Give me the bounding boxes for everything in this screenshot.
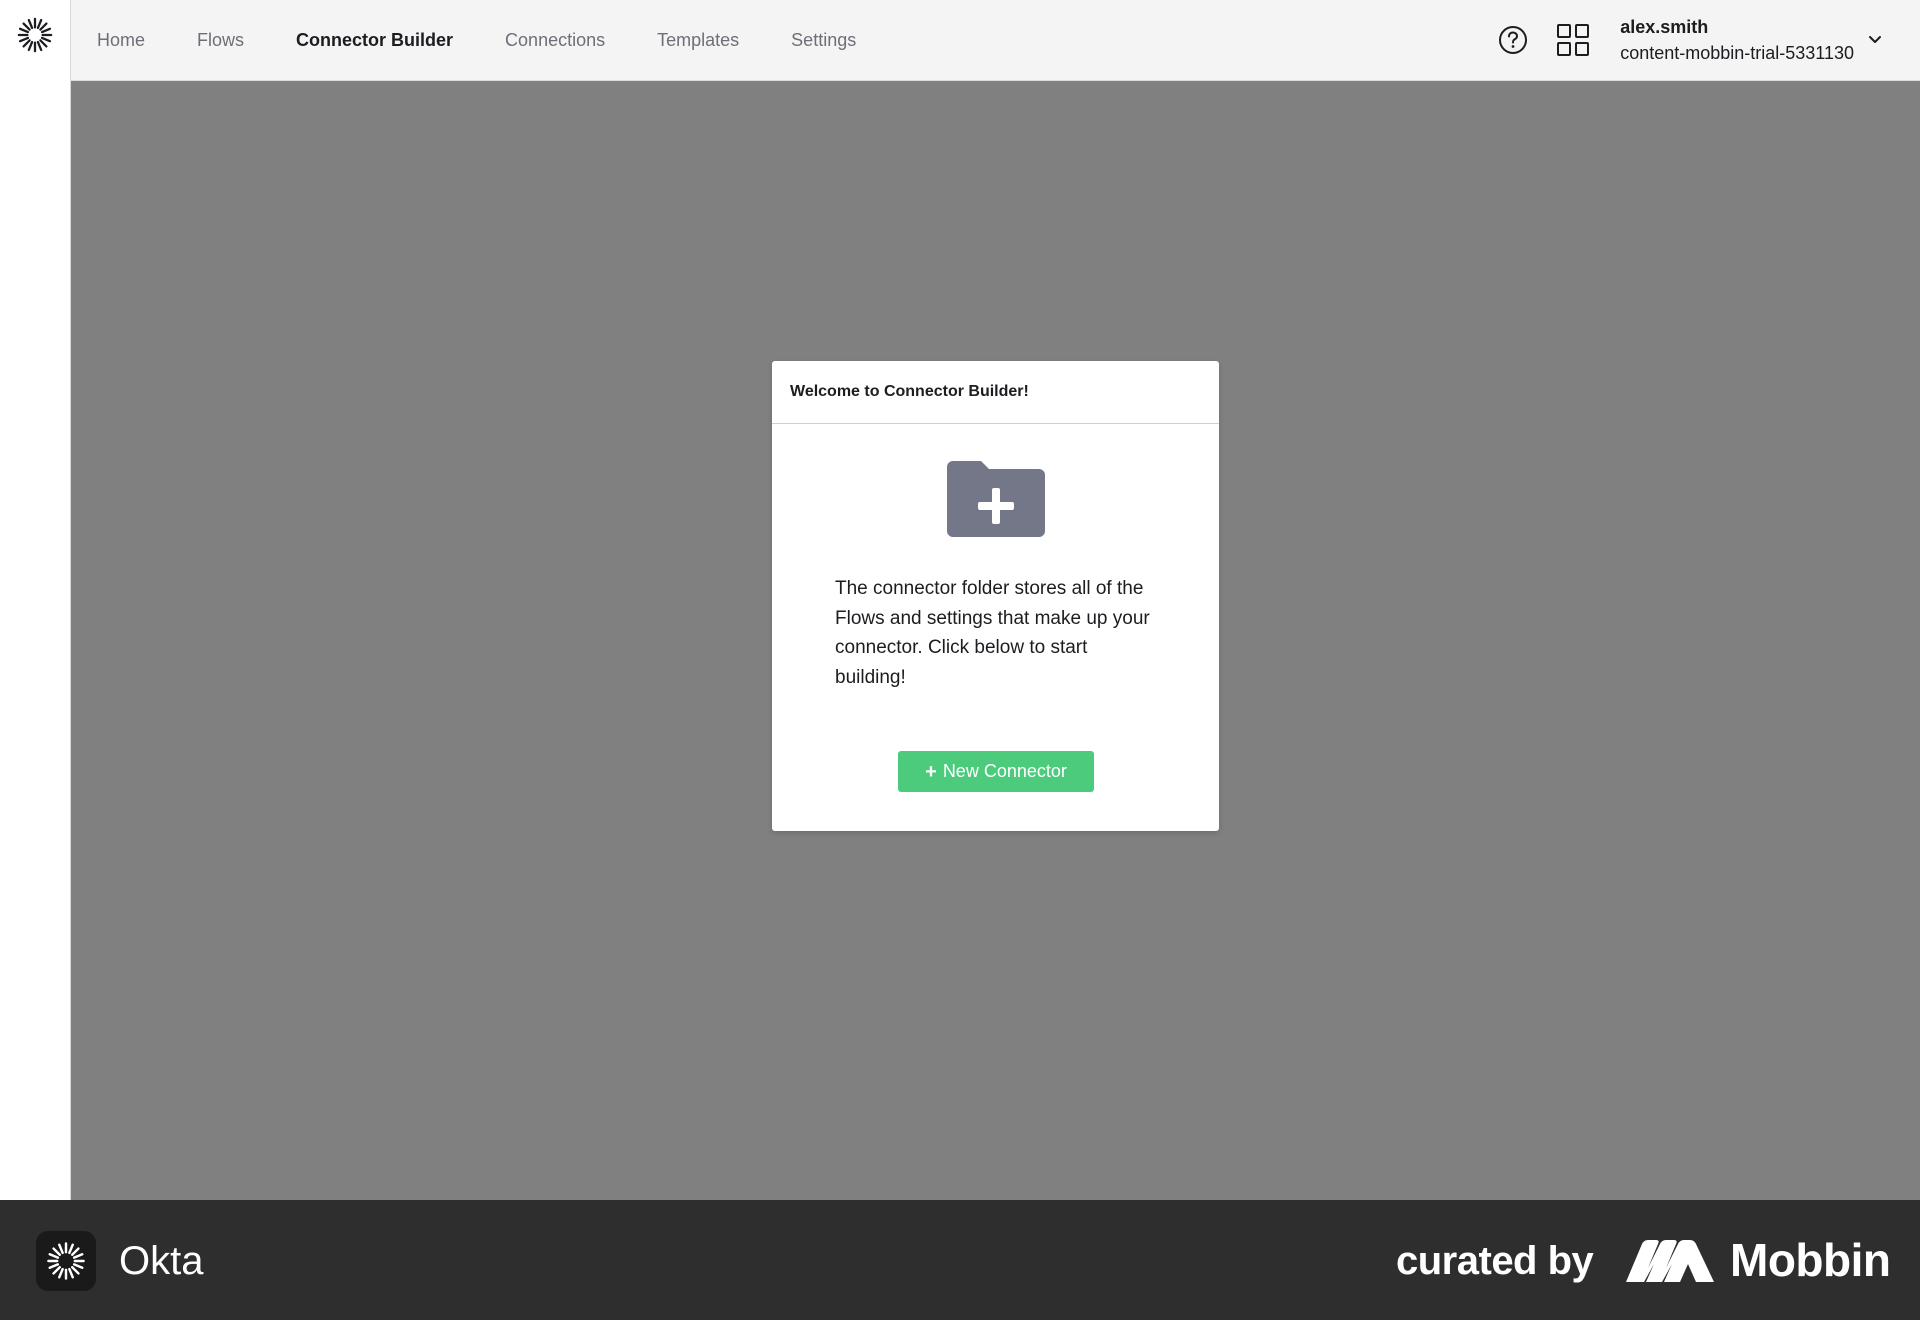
left-rail — [0, 0, 71, 1200]
okta-brand-icon — [36, 1231, 96, 1291]
mobbin-logo-icon — [1626, 1240, 1714, 1282]
top-nav-bar: Home Flows Connector Builder Connections… — [71, 0, 1920, 81]
nav-item-flows[interactable]: Flows — [197, 31, 244, 49]
chevron-down-icon[interactable] — [1868, 35, 1882, 45]
app-switcher-grid-icon[interactable] — [1556, 23, 1590, 57]
nav-item-settings[interactable]: Settings — [791, 31, 856, 49]
modal-header: Welcome to Connector Builder! — [772, 361, 1219, 424]
modal-title: Welcome to Connector Builder! — [790, 383, 1029, 400]
nav-item-home[interactable]: Home — [97, 31, 145, 49]
user-org: content-mobbin-trial-5331130 — [1620, 43, 1854, 63]
modal-description: The connector folder stores all of the F… — [835, 578, 1150, 688]
footer-bar: Okta curated by Mobbin — [0, 1200, 1920, 1320]
nav-item-connections[interactable]: Connections — [505, 31, 605, 49]
nav-item-connector-builder[interactable]: Connector Builder — [296, 31, 453, 49]
footer-brand-name: Okta — [119, 1239, 204, 1283]
top-right-controls: alex.smith content-mobbin-trial-5331130 — [1496, 0, 1920, 80]
main-nav: Home Flows Connector Builder Connections… — [71, 0, 908, 80]
new-connector-label: New Connector — [942, 761, 1067, 781]
curated-by-text: curated by — [1396, 1239, 1594, 1283]
new-connector-button[interactable]: + New Connector — [898, 751, 1094, 792]
user-menu[interactable]: alex.smith content-mobbin-trial-5331130 — [1620, 14, 1854, 66]
user-name: alex.smith — [1620, 17, 1709, 37]
nav-item-templates[interactable]: Templates — [657, 31, 739, 49]
plus-icon: + — [925, 760, 937, 783]
okta-logo-icon[interactable] — [14, 14, 56, 56]
folder-plus-icon — [947, 461, 1045, 537]
help-icon[interactable] — [1496, 23, 1530, 57]
mobbin-name: Mobbin — [1730, 1234, 1891, 1286]
welcome-modal: Welcome to Connector Builder! The connec… — [772, 361, 1219, 831]
